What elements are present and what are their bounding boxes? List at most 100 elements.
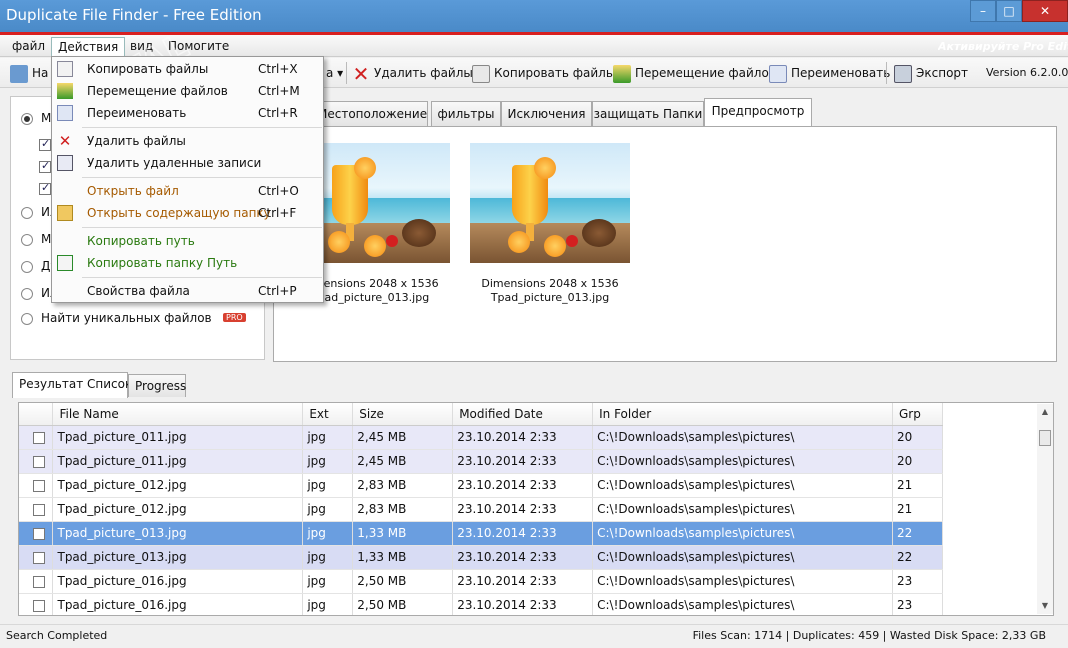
cell-filename: Tpad_picture_013.jpg [52,545,304,570]
menu-item-shortcut: Ctrl+X [258,62,298,76]
menu-item-label: Удалить файлы [87,134,186,148]
option-radio-2[interactable] [21,207,33,219]
menu-item-copy-path[interactable]: Копировать путь [52,230,323,252]
table-row[interactable]: Tpad_picture_011.jpg jpg 2,45 MB 23.10.2014… [19,449,944,474]
cell-folder: C:\!Downloads\samples\pictures\ [592,497,893,522]
orange-slice [534,157,556,179]
option-radio-5[interactable] [21,288,33,300]
minimize-button[interactable]: – [970,0,996,22]
scroll-up-icon[interactable]: ▲ [1037,404,1053,420]
cell-folder: C:\!Downloads\samples\pictures\ [592,449,893,474]
preview-thumbnail-2[interactable] [470,143,630,263]
row-checkbox[interactable] [33,431,45,444]
option-radio-4[interactable] [21,261,33,273]
app-window: Duplicate File Finder - Free Edition – □… [0,0,1068,648]
col-header-date[interactable]: Modified Date [452,403,594,426]
move-files-button[interactable]: Перемещение файлов [613,63,776,83]
maximize-button[interactable]: □ [996,0,1022,22]
preview-caption-2: Dimensions 2048 x 1536 Tpad_picture_013.… [450,277,650,305]
row-checkbox[interactable] [33,479,45,492]
menu-separator [82,277,322,278]
find-unique-radio[interactable] [21,313,33,325]
row-checkbox[interactable] [33,575,45,588]
cell-date: 23.10.2014 2:33 [452,497,594,522]
menu-help[interactable]: Помогите [162,37,235,56]
tab-filters[interactable]: фильтры [431,101,501,126]
row-checkbox [19,521,54,546]
row-checkbox[interactable] [33,551,45,564]
table-row[interactable]: Tpad_picture_011.jpg jpg 2,45 MB 23.10.2014… [19,425,944,450]
cell-date: 23.10.2014 2:33 [452,521,594,546]
tab-location[interactable]: Местоположение [316,101,428,126]
status-text: Search Completed [6,629,108,642]
table-row[interactable]: Tpad_picture_016.jpg jpg 2,50 MB 23.10.2014… [19,593,944,615]
cell-ext: jpg [302,545,354,570]
tab-results-list[interactable]: Результат Список [12,372,132,398]
search-icon [10,64,28,83]
option-checkbox-2[interactable] [39,159,51,173]
table-row[interactable]: Tpad_picture_012.jpg jpg 2,83 MB 23.10.2014… [19,473,944,498]
cell-date: 23.10.2014 2:33 [452,425,594,450]
close-button[interactable]: ✕ [1022,0,1068,22]
cell-grp: 20 [892,425,944,450]
col-header-ext[interactable]: Ext [302,403,354,426]
export-button[interactable]: Экспорт [894,63,968,83]
orange-slice [544,235,566,257]
option-radio-1[interactable] [21,113,33,125]
delete-files-button[interactable]: ✕ Удалить файлы [352,63,473,84]
menu-view[interactable]: вид [124,37,159,56]
coconut [402,219,436,247]
option-checkbox-3[interactable] [39,181,51,195]
row-checkbox [19,593,54,615]
cell-ext: jpg [302,569,354,594]
cell-size: 2,50 MB [352,569,454,594]
menu-item-rename[interactable]: Переименовать Ctrl+R [52,102,323,124]
menu-item-open-folder[interactable]: Открыть содержащую папку Ctrl+F [52,202,323,224]
option-checkbox-1[interactable] [39,137,51,151]
menu-item-copy-files[interactable]: Копировать файлы Ctrl+X [52,58,323,80]
col-header-check[interactable] [19,403,54,426]
menu-item-open-file[interactable]: Открыть файл Ctrl+O [52,180,323,202]
toolbar-dropdown-arrow[interactable]: а ▾ [326,63,343,83]
menu-item-label: Открыть содержащую папку [87,206,271,220]
menu-separator [82,127,322,128]
scroll-down-icon[interactable]: ▼ [1037,598,1053,614]
menu-actions[interactable]: Действия [51,37,126,56]
table-header-row: File Name Ext Size Modified Date In Fold… [19,403,944,426]
scroll-thumb[interactable] [1039,430,1051,446]
tab-protect-folders[interactable]: защищать Папки [592,101,704,126]
menu-item-move-files[interactable]: Перемещение файлов Ctrl+M [52,80,323,102]
row-checkbox[interactable] [33,455,45,468]
results-table: File Name Ext Size Modified Date In Fold… [18,402,1054,616]
table-row[interactable]: Tpad_picture_012.jpg jpg 2,83 MB 23.10.2014… [19,497,944,522]
copy-files-button[interactable]: Копировать файлы [472,63,615,83]
tab-preview[interactable]: Предпросмотр [704,98,812,126]
menu-bar: файл Действия вид Помогите Активируйте P… [0,35,1068,57]
table-row[interactable]: Tpad_picture_013.jpg jpg 1,33 MB 23.10.2014… [19,545,944,570]
tab-exclusions[interactable]: Исключения [501,101,592,126]
row-checkbox[interactable] [33,527,45,540]
row-checkbox[interactable] [33,503,45,516]
col-header-size[interactable]: Size [352,403,454,426]
menu-item-file-properties[interactable]: Свойства файла Ctrl+P [52,280,323,302]
col-header-filename[interactable]: File Name [52,403,304,426]
menu-file[interactable]: файл [6,37,51,56]
tab-progress[interactable]: Progress [128,374,186,397]
col-header-grp[interactable]: Grp [892,403,944,426]
row-checkbox[interactable] [33,599,45,612]
menu-item-copy-folder-path[interactable]: Копировать папку Путь [52,252,323,274]
toolbar-new-button[interactable]: На [10,63,48,83]
cell-size: 2,45 MB [352,425,454,450]
table-row[interactable]: Tpad_picture_016.jpg jpg 2,50 MB 23.10.2014… [19,569,944,594]
strawberry [386,235,398,247]
option-radio-3[interactable] [21,234,33,246]
col-header-folder[interactable]: In Folder [592,403,893,426]
menu-item-delete-files[interactable]: ✕ Удалить файлы [52,130,323,152]
table-scrollbar[interactable]: ▲ ▼ [1037,404,1053,614]
orange-slice [328,231,350,253]
rename-button[interactable]: Переименовать [769,63,890,83]
table-row[interactable]: Tpad_picture_013.jpg jpg 1,33 MB 23.10.2014… [19,521,944,546]
activate-pro-link[interactable]: Активируйте Pro Edition [938,40,1068,53]
toolbar-separator [346,62,347,84]
menu-item-delete-removed-entries[interactable]: Удалить удаленные записи [52,152,323,174]
